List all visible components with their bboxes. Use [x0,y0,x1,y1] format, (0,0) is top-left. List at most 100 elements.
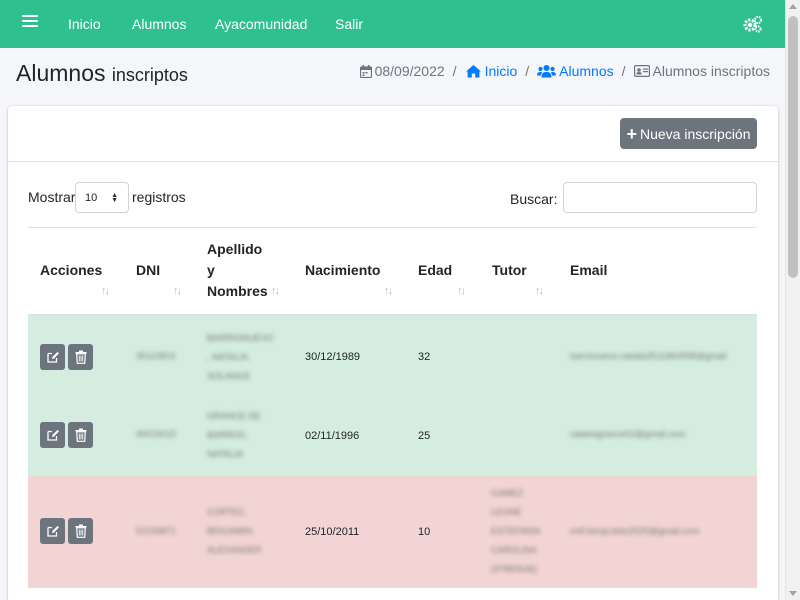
tutor-line: ESTEFANIA [491,526,541,536]
cell-dni: 35110819 [136,351,176,361]
breadcrumb-current: Alumnos inscriptos [633,63,770,79]
cell-tutor: GAMEZ LEONE ESTEFANIA CAROLINA (37860546… [491,484,561,579]
home-icon [465,65,481,78]
name-line: GRANCE DE [207,411,261,421]
cell-email: barrionuevo.natalia3511863998@gmail [570,351,727,361]
breadcrumb-date: 08/09/2022 [359,63,445,79]
sort-icon[interactable]: ↑↓ [535,285,544,297]
breadcrumb-alumnos-label: Alumnos [559,63,614,79]
sort-icon[interactable]: ↑↓ [384,285,393,297]
settings-cogs-icon[interactable] [742,15,764,33]
name-line: BARROS, [207,430,248,440]
column-header-dni[interactable]: DNI [136,260,160,281]
delete-button[interactable] [68,344,93,370]
top-navbar: Inicio Alumnos Ayacomunidad Salir [0,0,785,48]
name-line: ALEXANDER [207,545,262,555]
sort-icon[interactable]: ↑↓ [101,285,110,297]
tutor-line: (37860546) [491,564,538,574]
cell-birthdate: 25/10/2011 [305,526,360,538]
breadcrumb-link-alumnos[interactable]: Alumnos [537,63,614,79]
card-header: + Nueva inscripción [8,106,778,162]
cell-dni: 52159871 [136,526,177,536]
page-length-select[interactable]: 10 ▲ ▼ [75,182,129,213]
page-title: Alumnos inscriptos [16,60,188,87]
name-line: , NATALIA [207,352,249,362]
cell-birthdate: 02/11/1996 [305,430,360,442]
tutor-line: CAROLINA [491,545,538,555]
breadcrumb: 08/09/2022 / Inicio / Alumnos / Alumnos … [359,63,770,79]
cell-age: 25 [418,430,431,442]
column-header-email[interactable]: Email [570,260,607,281]
scroll-down-arrow-icon[interactable] [789,591,797,596]
menu-toggle-icon[interactable] [22,15,38,33]
cell-name: BARRIONUEVO , NATALIA SOLANGE [207,329,287,386]
cell-age: 10 [418,526,431,538]
breadcrumb-separator: / [525,63,530,79]
edit-icon [46,525,59,537]
edit-button[interactable] [40,422,65,448]
trash-icon [75,350,86,364]
column-header-edad[interactable]: Edad [418,260,452,281]
trash-icon [75,524,86,538]
divider [28,227,757,228]
table-row: 52159871 CORTEZ, BENJAMIN ALEXANDER 25/1… [28,476,757,588]
search-label: Buscar: [510,191,558,207]
users-icon [537,65,557,78]
name-line: NATALIA [207,449,244,459]
select-arrows-icon: ▲ ▼ [111,192,118,204]
name-line: BARRIONUEVO [207,333,274,343]
scroll-up-arrow-icon[interactable] [789,4,797,9]
row-actions [40,422,93,448]
breadcrumb-separator: / [452,63,457,79]
delete-button[interactable] [68,422,93,448]
nav-link-salir[interactable]: Salir [335,16,363,32]
breadcrumb-separator: / [621,63,626,79]
page-title-sub: inscriptos [111,65,188,85]
row-actions [40,518,93,544]
records-label: registros [132,189,186,205]
sort-icon[interactable]: ↑↓ [271,285,280,297]
calendar-icon [359,64,372,78]
edit-button[interactable] [40,344,65,370]
trash-icon [75,428,86,442]
cell-name: GRANCE DE BARROS, NATALIA [207,407,287,464]
id-card-icon [633,65,650,77]
cell-email: m4l.benja.beto2525@gmail.com [570,526,700,536]
cell-birthdate: 30/12/1989 [305,351,361,363]
tutor-line: LEONE [491,507,522,517]
cell-email: natahagrance02@gmail.com [570,429,686,439]
page-scrollbar[interactable] [785,0,800,600]
new-enrollment-button[interactable]: + Nueva inscripción [620,118,757,149]
column-header-apellido-nombres[interactable]: Apellido y Nombres [207,239,268,302]
cell-name: CORTEZ, BENJAMIN ALEXANDER [207,503,287,560]
header-line: Nombres [207,283,268,299]
cell-age: 32 [418,351,431,363]
nav-link-inicio[interactable]: Inicio [68,16,101,32]
column-header-acciones[interactable]: Acciones [40,260,102,281]
sort-icon[interactable]: ↑↓ [457,285,466,297]
edit-icon [46,351,59,363]
show-label: Mostrar [28,189,76,205]
row-actions [40,344,93,370]
column-header-nacimiento[interactable]: Nacimiento [305,260,380,281]
breadcrumb-inicio-label: Inicio [484,63,518,79]
nav-link-alumnos[interactable]: Alumnos [132,16,186,32]
table-row: 40015015 GRANCE DE BARROS, NATALIA 02/11… [28,397,757,476]
edit-button[interactable] [40,518,65,544]
sort-icon[interactable]: ↑↓ [173,285,182,297]
header-line: Apellido [207,241,263,257]
breadcrumb-link-inicio[interactable]: Inicio [465,63,518,79]
students-card: + Nueva inscripción Mostrar 10 ▲ ▼ regist… [8,106,778,600]
breadcrumb-date-text: 08/09/2022 [374,63,445,79]
scroll-thumb[interactable] [788,16,798,278]
nav-link-ayacomunidad[interactable]: Ayacomunidad [215,16,307,32]
delete-button[interactable] [68,518,93,544]
page-title-main: Alumnos [16,60,106,86]
edit-icon [46,429,59,441]
page-length-value: 10 [85,191,98,204]
column-header-tutor[interactable]: Tutor [492,260,527,281]
table-row: 35110819 BARRIONUEVO , NATALIA SOLANGE 3… [28,316,757,397]
cell-dni: 40015015 [136,429,177,439]
tutor-line: GAMEZ [491,488,524,498]
search-input[interactable] [563,182,757,213]
